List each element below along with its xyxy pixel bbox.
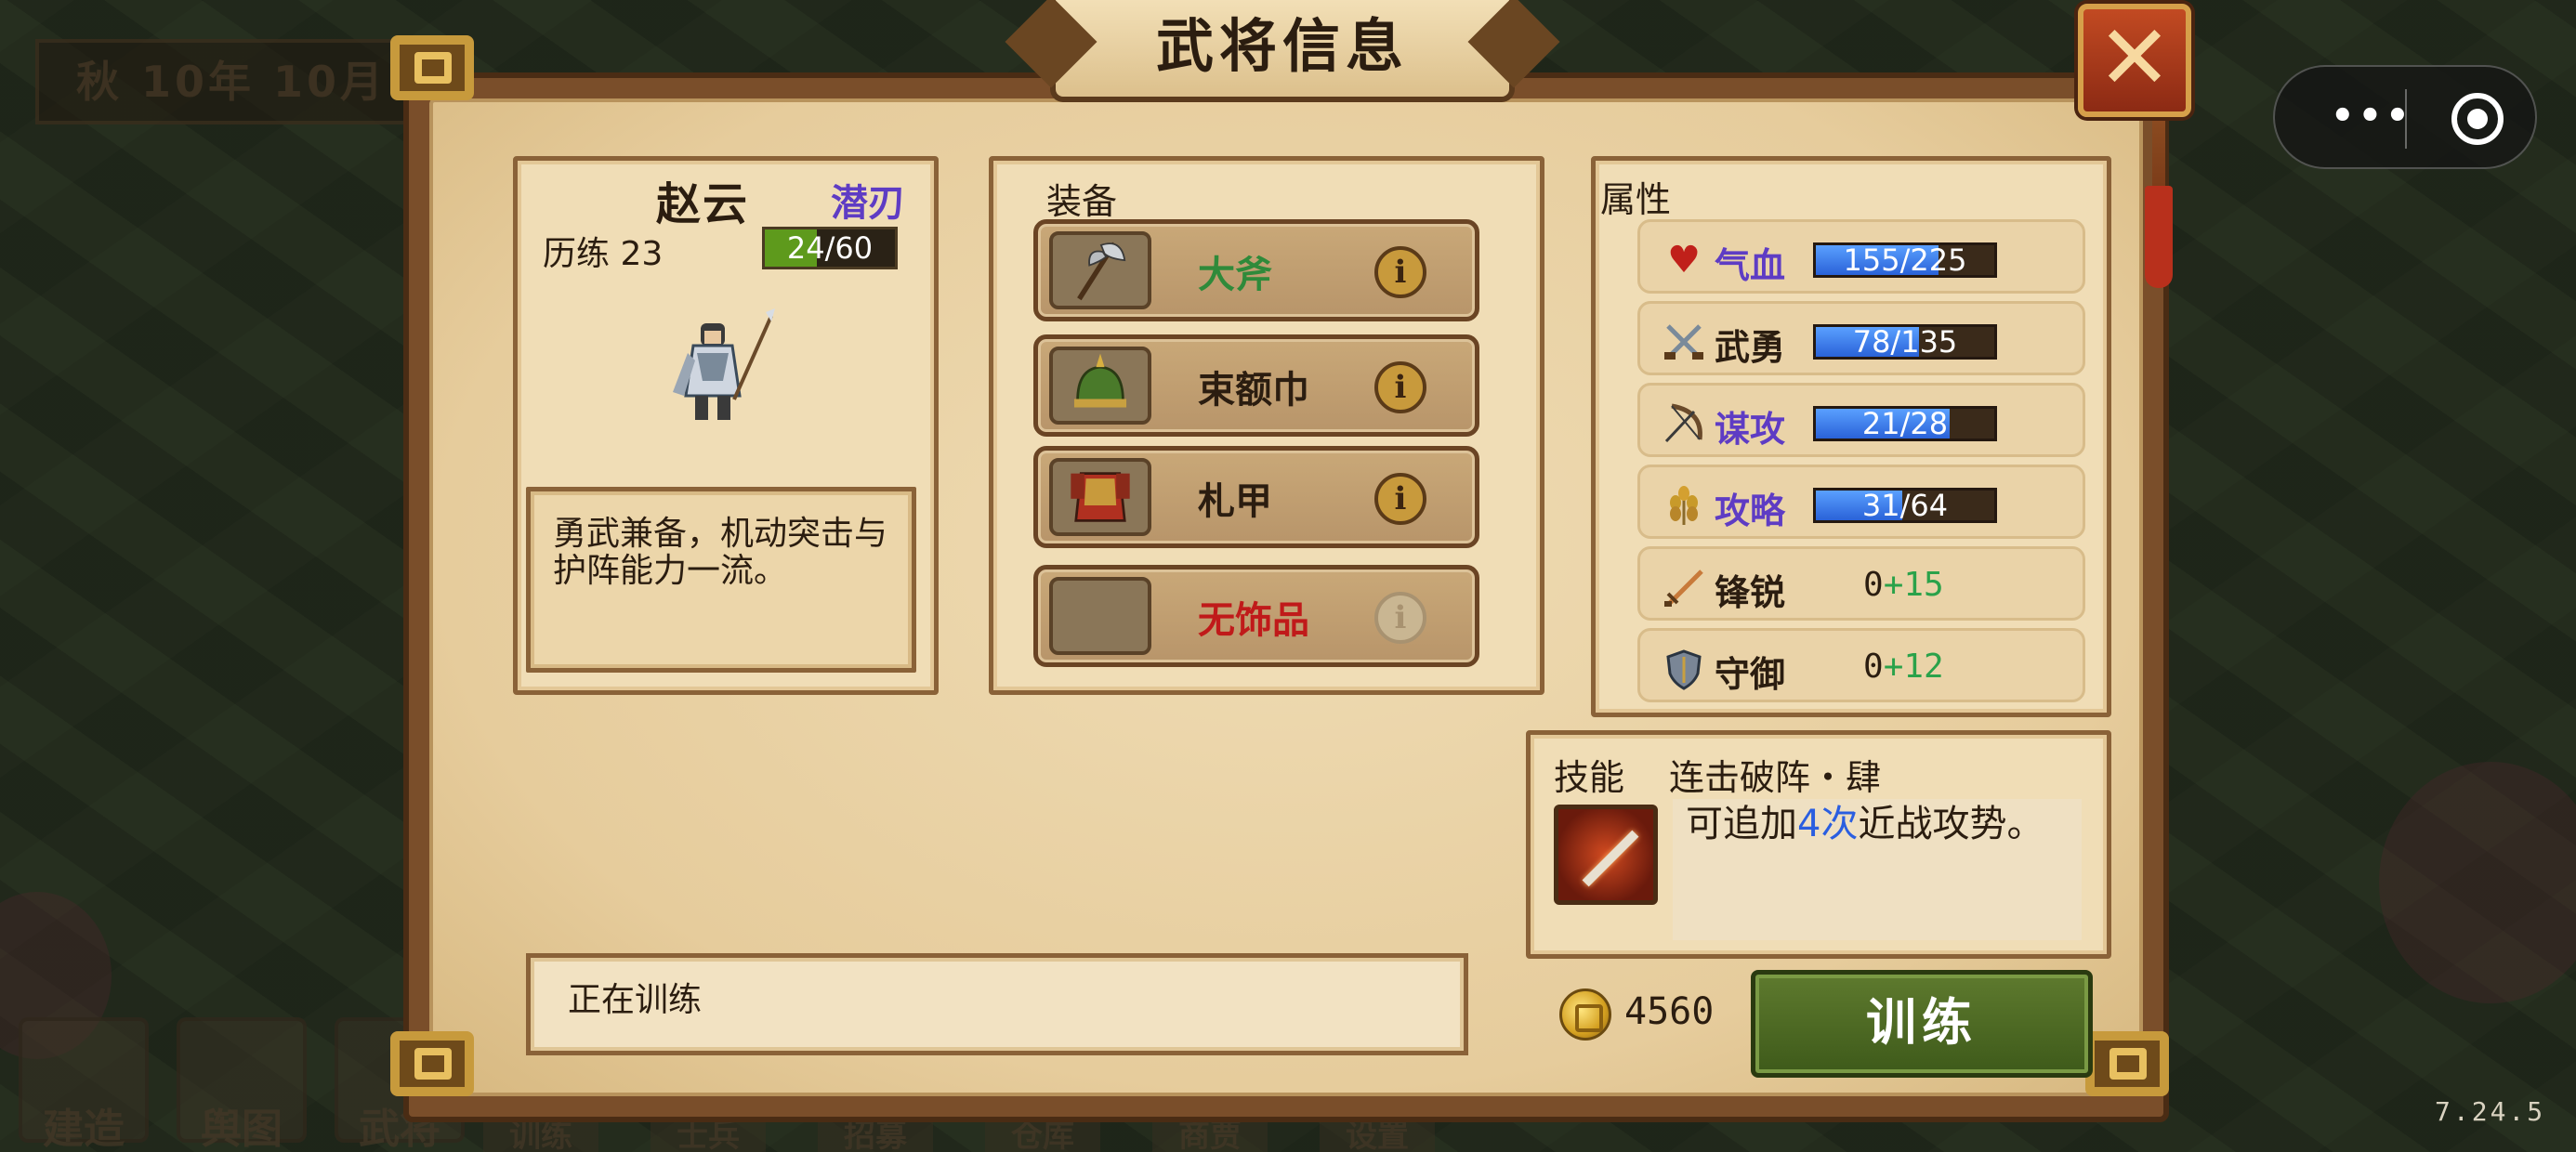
attr-row-defense: 守御 0+12	[1637, 628, 2085, 702]
attr-label: 气血	[1715, 245, 1786, 286]
empty-slot-icon	[1049, 577, 1151, 655]
attr-value: 21/28	[1861, 406, 1949, 441]
attr-stat-value: 0+15	[1863, 566, 1944, 604]
attr-value: 31/64	[1861, 488, 1949, 523]
miniprogram-capsule: •••	[2273, 65, 2537, 169]
attr-bar: 31/64	[1813, 488, 1997, 523]
train-button[interactable]: 训练	[1751, 970, 2093, 1078]
skill-name: 连击破阵・肆	[1669, 757, 1882, 798]
attr-stat-value: 0+12	[1863, 648, 1944, 686]
attr-bar: 78/135	[1813, 324, 1997, 360]
attr-label: 武勇	[1715, 327, 1786, 368]
version-label: 7.24.5	[2435, 1096, 2546, 1127]
blade-skill-icon[interactable]	[1554, 805, 1658, 905]
bow-icon	[1663, 402, 1705, 445]
experience-bar: 24/60	[762, 227, 898, 269]
equip-info-button[interactable]: i	[1374, 361, 1426, 413]
equip-info-button[interactable]: i	[1374, 473, 1426, 525]
skill-description: 可追加4次近战攻势。	[1673, 799, 2082, 940]
equip-slot-armor[interactable]: 札甲 i	[1033, 446, 1479, 548]
attr-label: 锋锐	[1715, 572, 1786, 613]
corner-knot-ornament	[2076, 1022, 2197, 1124]
attr-row-valor: 武勇 78/135	[1637, 301, 2085, 375]
attr-row-hp: ♥ 气血 155/225	[1637, 219, 2085, 294]
skill-label: 技能	[1554, 757, 1625, 798]
character-name: 赵云	[656, 178, 750, 230]
helmet-icon	[1049, 347, 1151, 425]
more-menu-icon[interactable]: •••	[2331, 98, 2413, 135]
attributes-title: 属性	[1600, 179, 1672, 220]
attr-label: 谋攻	[1715, 409, 1786, 450]
sword-icon	[1663, 566, 1705, 609]
equip-info-button[interactable]: i	[1374, 246, 1426, 298]
capsule-divider	[2405, 89, 2407, 149]
attr-value: 78/135	[1852, 324, 1958, 360]
character-trait: 潜刃	[831, 182, 905, 225]
training-status: 正在训练	[526, 953, 1468, 1055]
heart-icon: ♥	[1667, 239, 1701, 281]
attr-row-siege: 攻略 31/64	[1637, 465, 2085, 539]
general-sprite	[673, 308, 775, 420]
dialog-title: 武将信息	[1050, 0, 1515, 102]
equip-info-button[interactable]: i	[1374, 592, 1426, 644]
gold-coin-icon	[1559, 988, 1611, 1041]
character-description: 勇武兼备，机动突击与护阵能力一流。	[526, 487, 916, 673]
axe-icon	[1049, 231, 1151, 309]
attr-value: 155/225	[1843, 242, 1967, 278]
close-button[interactable]: ✕	[2078, 4, 2191, 117]
equip-name: 无饰品	[1198, 599, 1309, 642]
attr-label: 守御	[1715, 654, 1786, 695]
attr-label: 攻略	[1715, 491, 1786, 531]
equip-name: 束额巾	[1198, 369, 1309, 412]
armor-icon	[1049, 458, 1151, 536]
close-miniprogram-icon[interactable]	[2451, 93, 2504, 145]
attr-row-sharpness: 锋锐 0+15	[1637, 546, 2085, 621]
equip-name: 札甲	[1198, 480, 1272, 523]
equip-slot-head[interactable]: 束额巾 i	[1033, 334, 1479, 437]
tassel-end	[2145, 186, 2173, 288]
equip-slot-accessory[interactable]: 无饰品 i	[1033, 565, 1479, 667]
attr-bar: 155/225	[1813, 242, 1997, 278]
experience-value: 24/60	[786, 230, 874, 266]
attr-bar: 21/28	[1813, 406, 1997, 441]
corner-knot-ornament	[381, 26, 502, 128]
experience-label: 历练 23	[543, 235, 664, 273]
crossed-swords-icon	[1663, 321, 1705, 363]
equipment-title: 装备	[1046, 181, 1118, 222]
corner-knot-ornament	[381, 1022, 502, 1124]
wheat-icon	[1663, 484, 1705, 527]
gold-amount: 4560	[1624, 990, 1715, 1033]
attr-row-tactics: 谋攻 21/28	[1637, 383, 2085, 457]
equip-name: 大斧	[1198, 254, 1272, 296]
equip-slot-weapon[interactable]: 大斧 i	[1033, 219, 1479, 321]
shield-icon	[1663, 648, 1705, 690]
